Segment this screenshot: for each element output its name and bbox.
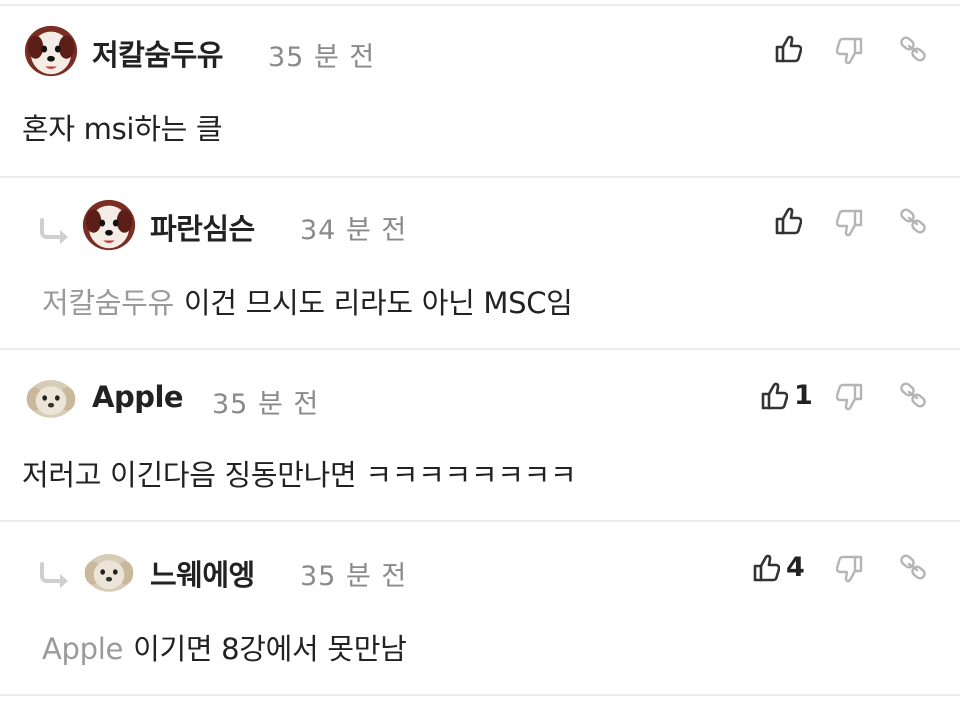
comment-username[interactable]: Apple <box>92 380 184 414</box>
comment-text: Apple 이기면 8강에서 못만남 <box>42 626 407 668</box>
comment-divider <box>0 348 960 350</box>
comment-divider <box>0 520 960 522</box>
dislike-button[interactable] <box>836 36 864 66</box>
comment-body: 저러고 이긴다음 징동만나면 ㅋㅋㅋㅋㅋㅋㅋㅋ <box>22 458 577 492</box>
thumbs-down-icon <box>836 36 864 66</box>
comment-body: 이기면 8강에서 못만남 <box>133 632 407 666</box>
thumbs-up-icon <box>760 381 788 411</box>
like-button[interactable] <box>774 206 802 236</box>
like-count: 1 <box>794 380 813 411</box>
reply-arrow-icon <box>38 562 72 588</box>
top-divider <box>0 4 960 6</box>
comment-time: 34 분 전 <box>300 215 408 246</box>
link-button[interactable] <box>898 206 928 236</box>
link-icon <box>898 552 928 582</box>
thumbs-down-icon <box>836 554 864 584</box>
comment-time: 35 분 전 <box>268 42 376 73</box>
link-icon <box>898 380 928 410</box>
link-icon <box>898 34 928 64</box>
thumbs-down-icon <box>836 382 864 412</box>
mention-username[interactable]: 저칼숨두유 <box>42 286 174 320</box>
comment-text: 저러고 이긴다음 징동만나면 ㅋㅋㅋㅋㅋㅋㅋㅋ <box>22 452 577 494</box>
dislike-button[interactable] <box>836 382 864 412</box>
dog-avatar-icon[interactable] <box>22 22 80 80</box>
comment-username[interactable]: 저칼숨두유 <box>92 32 223 74</box>
comment-body: 이건 므시도 리라도 아닌 MSC임 <box>183 286 573 320</box>
dislike-button[interactable] <box>836 554 864 584</box>
comment-time: 35 분 전 <box>212 389 320 420</box>
dog-avatar-icon[interactable] <box>80 196 138 254</box>
dog-avatar-icon[interactable] <box>82 548 136 596</box>
mention-username[interactable]: Apple <box>42 632 123 666</box>
comment-text: 혼자 msi하는 클 <box>22 106 223 148</box>
link-icon <box>898 206 928 236</box>
dislike-button[interactable] <box>836 208 864 238</box>
comment-time: 35 분 전 <box>300 561 408 592</box>
comment-username[interactable]: 느웨에엥 <box>150 552 255 594</box>
like-button[interactable]: 1 <box>760 380 813 411</box>
dog-avatar-icon[interactable] <box>24 374 78 422</box>
thumbs-up-icon <box>774 34 802 64</box>
bottom-divider <box>0 694 960 696</box>
comment-body: 혼자 msi하는 클 <box>22 112 223 146</box>
thumbs-up-icon <box>774 206 802 236</box>
link-button[interactable] <box>898 552 928 582</box>
comment-text: 저칼숨두유 이건 므시도 리라도 아닌 MSC임 <box>42 280 573 322</box>
like-button[interactable]: 4 <box>752 552 805 583</box>
link-button[interactable] <box>898 34 928 64</box>
comment-username[interactable]: 파란심슨 <box>150 206 255 248</box>
like-button[interactable] <box>774 34 802 64</box>
link-button[interactable] <box>898 380 928 410</box>
thumbs-down-icon <box>836 208 864 238</box>
like-count: 4 <box>786 552 805 583</box>
reply-arrow-icon <box>38 218 72 244</box>
comment-divider <box>0 176 960 178</box>
thumbs-up-icon <box>752 553 780 583</box>
